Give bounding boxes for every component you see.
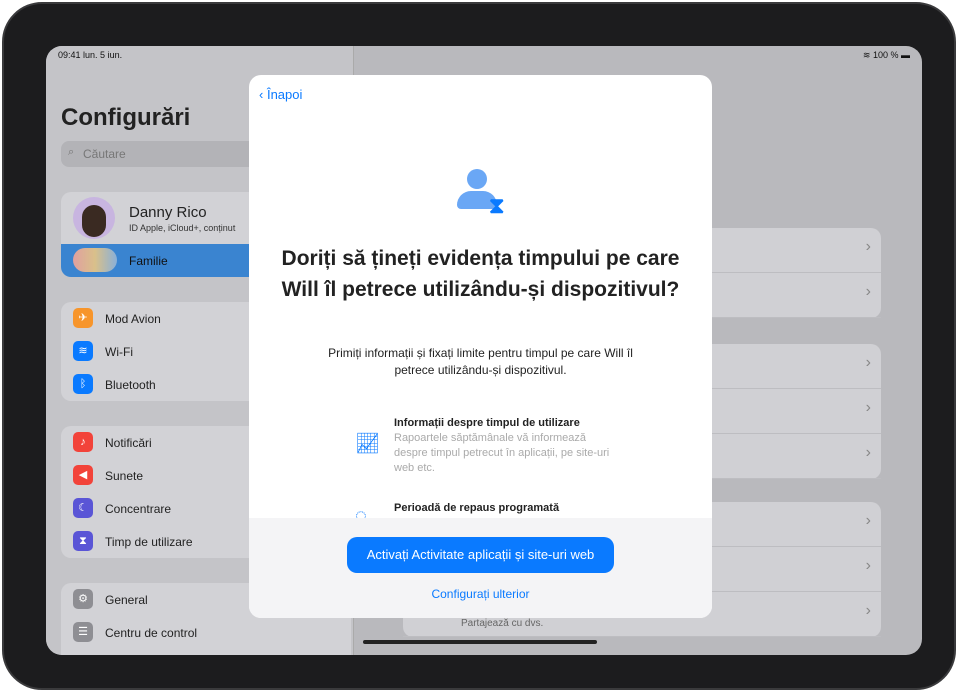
airplane-icon: ✈ — [73, 308, 93, 328]
page-title: Configurări — [61, 104, 191, 131]
detail-footer-text: Partajează cu dvs. — [461, 618, 544, 629]
speaker-icon: ◀ — [73, 465, 93, 485]
screen-time-sheet: ‹ Înapoi ⧗ Doriți să țineți evidența tim… — [249, 75, 712, 618]
chevron-left-icon: ‹ — [259, 87, 267, 102]
family-avatars-icon — [73, 248, 117, 272]
hourglass-icon: ⧗ — [73, 531, 93, 551]
feature-downtime: Perioadă de repaus programată — [394, 502, 560, 514]
avatar — [73, 197, 115, 239]
profile-name: Danny Rico — [129, 204, 207, 221]
bluetooth-icon: ᛒ — [73, 374, 93, 394]
status-time: 09:41 lun. 5 iun. — [58, 50, 123, 60]
gear-icon: ⚙ — [73, 589, 93, 609]
search-icon: ⌕ — [68, 146, 75, 158]
back-button[interactable]: ‹ Înapoi — [259, 87, 302, 102]
sidebar-item-control-center[interactable]: ☰ Centru de control — [61, 616, 351, 649]
enable-activity-button[interactable]: Activați Activitate aplicații și site-ur… — [347, 537, 614, 573]
chart-trend-icon: 📈︎ — [355, 433, 381, 455]
sheet-subtitle: Primiți informații și fixați limite pent… — [328, 346, 633, 377]
moon-icon: ☾ — [73, 498, 93, 518]
home-indicator — [363, 640, 597, 644]
sheet-actions: Activați Activitate aplicații și site-ur… — [249, 518, 712, 618]
person-hourglass-icon: ⧗ — [455, 169, 511, 219]
sheet-heading: Doriți să țineți evidența timpului pe ca… — [281, 247, 680, 301]
wifi-icon: ≋ — [73, 341, 93, 361]
feature-usage-info: Informații despre timpul de utilizare Rap… — [394, 417, 610, 474]
bell-icon: ♪ — [73, 432, 93, 452]
set-up-later-button[interactable]: Configurați ulterior — [249, 587, 712, 601]
family-label: Familie — [129, 253, 168, 268]
toggles-icon: ☰ — [73, 622, 93, 642]
profile-subtitle: ID Apple, iCloud+, conținut — [129, 223, 236, 233]
status-battery: ≋ 100 % ▬ — [862, 50, 910, 60]
